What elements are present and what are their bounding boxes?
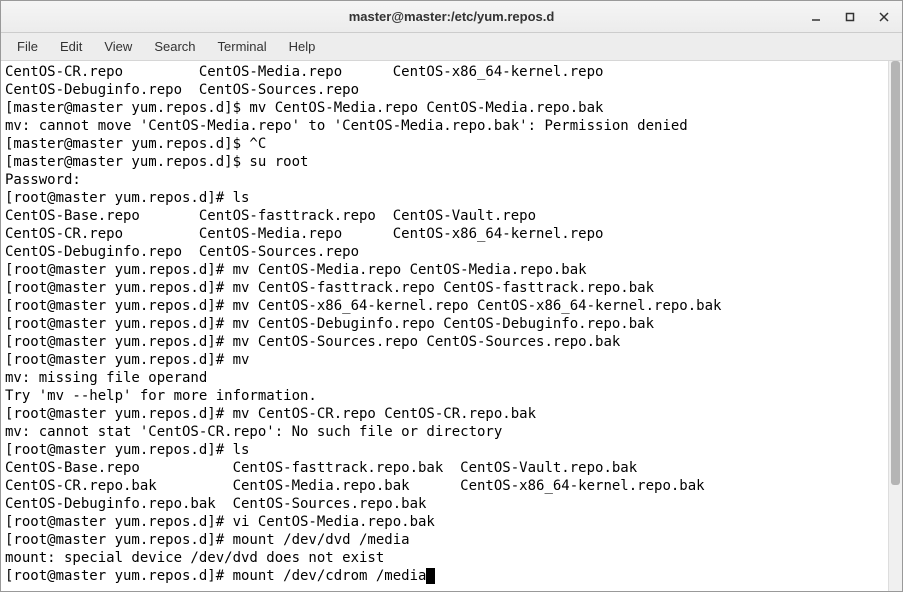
terminal-line: mv: cannot stat 'CentOS-CR.repo': No suc… (5, 423, 884, 441)
terminal-line: [master@master yum.repos.d]$ ^C (5, 135, 884, 153)
terminal-line: mv: missing file operand (5, 369, 884, 387)
terminal-line: [root@master yum.repos.d]# mv CentOS-Sou… (5, 333, 884, 351)
terminal-line: [master@master yum.repos.d]$ su root (5, 153, 884, 171)
window-controls (804, 5, 896, 29)
terminal-line: CentOS-Debuginfo.repo CentOS-Sources.rep… (5, 243, 884, 261)
terminal-line: CentOS-CR.repo CentOS-Media.repo CentOS-… (5, 63, 884, 81)
terminal-line: Try 'mv --help' for more information. (5, 387, 884, 405)
terminal-line: [root@master yum.repos.d]# mv CentOS-Med… (5, 261, 884, 279)
menu-help[interactable]: Help (279, 35, 326, 58)
terminal-line: CentOS-CR.repo.bak CentOS-Media.repo.bak… (5, 477, 884, 495)
terminal-line: CentOS-Base.repo CentOS-fasttrack.repo C… (5, 207, 884, 225)
close-button[interactable] (872, 5, 896, 29)
menu-file[interactable]: File (7, 35, 48, 58)
scrollbar-thumb[interactable] (891, 61, 900, 485)
terminal-line: [root@master yum.repos.d]# vi CentOS-Med… (5, 513, 884, 531)
terminal-line: mv: cannot move 'CentOS-Media.repo' to '… (5, 117, 884, 135)
terminal-line: [root@master yum.repos.d]# mv CentOS-CR.… (5, 405, 884, 423)
maximize-button[interactable] (838, 5, 862, 29)
terminal-line: [master@master yum.repos.d]$ mv CentOS-M… (5, 99, 884, 117)
menu-edit[interactable]: Edit (50, 35, 92, 58)
terminal-cursor (426, 568, 435, 584)
terminal-container: CentOS-CR.repo CentOS-Media.repo CentOS-… (1, 61, 902, 591)
menu-view[interactable]: View (94, 35, 142, 58)
window-title: master@master:/etc/yum.repos.d (1, 9, 902, 24)
menu-search[interactable]: Search (144, 35, 205, 58)
terminal-line: [root@master yum.repos.d]# mount /dev/dv… (5, 531, 884, 549)
terminal-line: CentOS-Base.repo CentOS-fasttrack.repo.b… (5, 459, 884, 477)
terminal-line: [root@master yum.repos.d]# mv CentOS-Deb… (5, 315, 884, 333)
terminal-line: [root@master yum.repos.d]# mount /dev/cd… (5, 567, 884, 585)
terminal-line: mount: special device /dev/dvd does not … (5, 549, 884, 567)
terminal-line: CentOS-Debuginfo.repo.bak CentOS-Sources… (5, 495, 884, 513)
menubar: File Edit View Search Terminal Help (1, 33, 902, 61)
terminal-line: [root@master yum.repos.d]# ls (5, 189, 884, 207)
terminal[interactable]: CentOS-CR.repo CentOS-Media.repo CentOS-… (1, 61, 888, 591)
menu-terminal[interactable]: Terminal (208, 35, 277, 58)
terminal-line: CentOS-Debuginfo.repo CentOS-Sources.rep… (5, 81, 884, 99)
minimize-button[interactable] (804, 5, 828, 29)
terminal-line: [root@master yum.repos.d]# mv (5, 351, 884, 369)
terminal-line: Password: (5, 171, 884, 189)
terminal-line: [root@master yum.repos.d]# mv CentOS-fas… (5, 279, 884, 297)
titlebar: master@master:/etc/yum.repos.d (1, 1, 902, 33)
terminal-line: [root@master yum.repos.d]# mv CentOS-x86… (5, 297, 884, 315)
terminal-line: [root@master yum.repos.d]# ls (5, 441, 884, 459)
scrollbar[interactable] (888, 61, 902, 591)
terminal-line: CentOS-CR.repo CentOS-Media.repo CentOS-… (5, 225, 884, 243)
